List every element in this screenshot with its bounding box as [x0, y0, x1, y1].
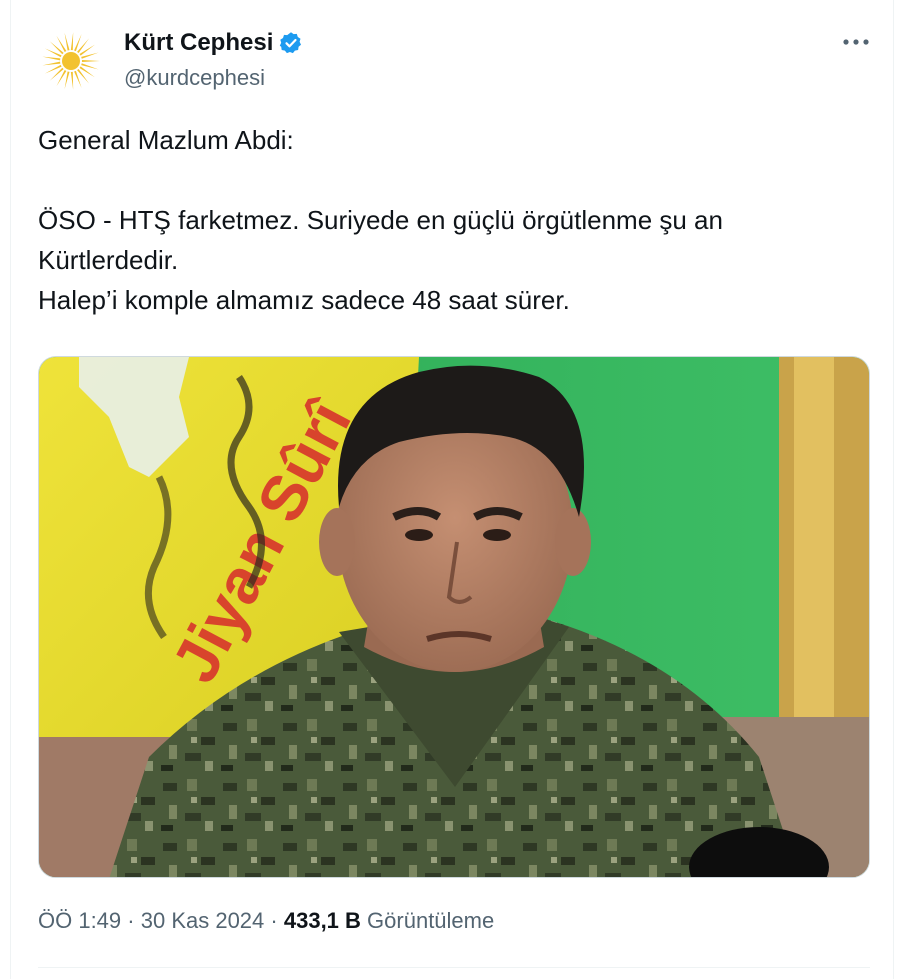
- avatar[interactable]: [40, 30, 102, 92]
- verified-badge-icon: [280, 32, 302, 54]
- views-count: 433,1 B: [283, 908, 361, 933]
- frame-border-right: [893, 0, 894, 979]
- tweet-meta: ÖÖ 1:49 · 30 Kas 2024 · 433,1 B Görüntül…: [38, 906, 494, 936]
- tweet-text-line: ÖSO - HTŞ farketmez. Suriyede en güçlü ö…: [38, 205, 723, 235]
- photo-illustration: Jiyan Sûrî: [39, 357, 869, 877]
- author-name-row[interactable]: Kürt Cephesi: [124, 28, 303, 58]
- meta-separator: ·: [127, 908, 135, 933]
- divider: [38, 967, 870, 968]
- display-name[interactable]: Kürt Cephesi: [124, 28, 273, 58]
- sun-emblem-icon: [42, 32, 100, 90]
- tweet-time[interactable]: ÖÖ 1:49: [38, 908, 121, 933]
- tweet-text: General Mazlum Abdi: ÖSO - HTŞ farketmez…: [38, 120, 868, 320]
- views-label: Görüntüleme: [367, 908, 495, 933]
- tweet-text-blank-line: [38, 160, 868, 200]
- meta-separator: ·: [270, 908, 278, 933]
- tweet-date[interactable]: 30 Kas 2024: [141, 908, 265, 933]
- author-handle[interactable]: @kurdcephesi: [124, 64, 265, 92]
- more-horizontal-icon[interactable]: [836, 30, 876, 54]
- tweet-text-line: Kürtlerdedir.: [38, 245, 179, 275]
- tweet-photo[interactable]: Jiyan Sûrî: [38, 356, 870, 878]
- tweet-text-line: General Mazlum Abdi:: [38, 125, 294, 155]
- tweet-card[interactable]: Kürt Cephesi @kurdcephesi General Mazlum…: [0, 0, 900, 979]
- frame-border-left: [10, 0, 11, 979]
- tweet-text-line: Halep’i komple almamız sadece 48 saat sü…: [38, 285, 570, 315]
